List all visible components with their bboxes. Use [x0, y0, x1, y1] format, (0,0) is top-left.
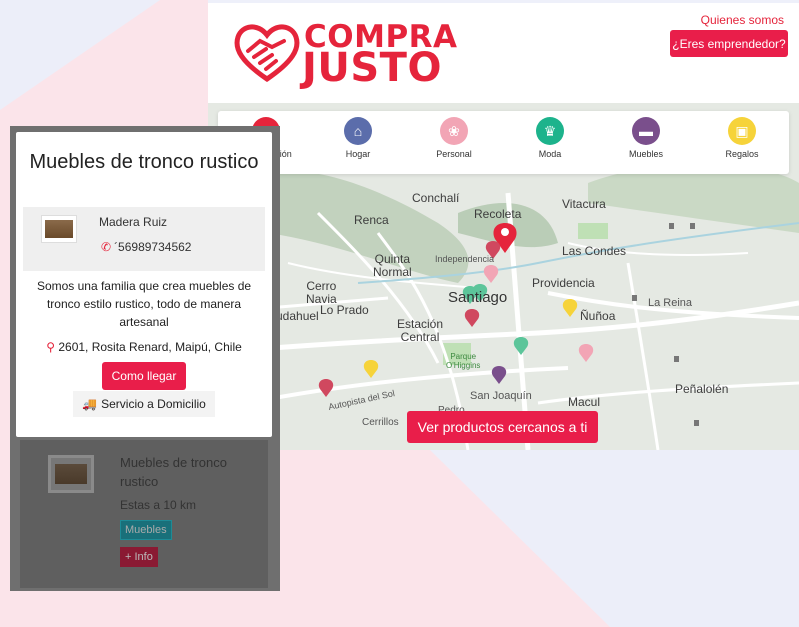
- phone-icon: ✆: [101, 240, 112, 254]
- delivery-label: Servicio a Domicilio: [101, 397, 206, 411]
- map-label-penalolen: Peñalolén: [675, 382, 729, 396]
- category-bar: ✿ Alimentación ⌂ Hogar ❀ Personal ♛ Moda…: [218, 111, 789, 174]
- category-regalos[interactable]: ▣ Regalos: [702, 117, 782, 159]
- handshake-heart-icon: [234, 24, 300, 83]
- vendor-name: Madera Ruiz: [99, 215, 168, 229]
- info-button[interactable]: + Info: [120, 547, 158, 567]
- category-personal[interactable]: ❀ Personal: [414, 117, 494, 159]
- map-label-santiago: Santiago: [448, 289, 508, 306]
- category-muebles[interactable]: ▬ Muebles: [606, 117, 686, 159]
- category-label: Muebles: [628, 149, 664, 159]
- map-label-vitacura: Vitacura: [562, 197, 606, 211]
- directions-button[interactable]: Como llegar: [102, 362, 186, 390]
- popup-description: Somos una familia que crea muebles de tr…: [36, 279, 252, 329]
- list-item-title: Muebles de tronco rustico: [120, 455, 227, 489]
- map-label-macul: Macul: [568, 395, 601, 409]
- product-popup: Muebles de tronco rustico Madera Ruiz ✆ ´…: [16, 132, 272, 437]
- logo-text-justo: JUSTO: [302, 45, 442, 91]
- vendor-box: Madera Ruiz ✆ ´56989734562: [23, 207, 265, 271]
- home-icon: ⌂: [344, 117, 372, 145]
- map-label-cerrillos: Cerrillos: [362, 417, 399, 428]
- category-label: Regalos: [725, 149, 759, 159]
- map[interactable]: Conchalí Recoleta Vitacura Renca Indepen…: [208, 103, 799, 450]
- truck-icon: 🚚: [82, 397, 98, 411]
- map-label-quinta-normal: Quinta Normal: [373, 252, 412, 280]
- map-label-conchali: Conchalí: [412, 191, 460, 205]
- map-label-recoleta: Recoleta: [474, 207, 522, 221]
- vendor-phone-number: ´56989734562: [114, 240, 192, 254]
- category-label: Personal: [436, 149, 472, 159]
- map-label-la-reina: La Reina: [648, 297, 693, 309]
- category-moda[interactable]: ♛ Moda: [510, 117, 590, 159]
- vendor-phone[interactable]: ✆ ´56989734562: [101, 240, 191, 254]
- crown-icon: ♛: [536, 117, 564, 145]
- map-label-parque-ohiggins: Parque O'Higgins: [446, 352, 481, 370]
- list-item[interactable]: Muebles de tronco rustico Estas a 10 km …: [20, 440, 268, 588]
- map-label-providencia: Providencia: [532, 276, 595, 290]
- map-pin-icon: ⚲: [46, 340, 55, 354]
- category-hogar[interactable]: ⌂ Hogar: [318, 117, 398, 159]
- logo[interactable]: COMPRA JUSTO: [232, 17, 457, 91]
- map-label-independencia: Independencia: [435, 254, 495, 264]
- map-label-san-joaquin: San Joaquín: [470, 390, 532, 402]
- map-label-pudahuel: udahuel: [276, 309, 319, 323]
- nearby-products-button[interactable]: Ver productos cercanos a ti: [407, 411, 598, 443]
- category-label: Moda: [538, 149, 562, 159]
- category-label: Hogar: [345, 149, 371, 159]
- delivery-badge: 🚚 Servicio a Domicilio: [73, 391, 215, 417]
- gift-icon: ▣: [728, 117, 756, 145]
- popup-title: Muebles de tronco rustico: [29, 151, 259, 173]
- map-label-nunoa: Ñuñoa: [580, 309, 616, 323]
- bed-icon: ▬: [632, 117, 660, 145]
- lotus-icon: ❀: [440, 117, 468, 145]
- product-thumbnail: [48, 455, 94, 493]
- header: COMPRA JUSTO Quienes somos ¿Eres emprend…: [208, 3, 799, 103]
- address-text: 2601, Rosita Renard, Maipú, Chile: [58, 340, 242, 354]
- map-label-estacion-central: Estación Central: [397, 317, 444, 345]
- popup-address: ⚲ 2601, Rosita Renard, Maipú, Chile: [16, 340, 272, 354]
- list-item-distance: Estas a 10 km: [120, 498, 197, 512]
- map-label-renca: Renca: [354, 213, 389, 227]
- category-tag[interactable]: Muebles: [120, 520, 172, 540]
- map-label-lo-prado: Lo Prado: [320, 303, 369, 317]
- vendor-thumbnail: [41, 215, 77, 243]
- quienes-somos-link[interactable]: Quienes somos: [701, 13, 784, 27]
- main-page: COMPRA JUSTO Quienes somos ¿Eres emprend…: [208, 3, 799, 450]
- map-label-las-condes: Las Condes: [562, 244, 627, 258]
- entrepreneur-button[interactable]: ¿Eres emprendedor?: [670, 30, 788, 57]
